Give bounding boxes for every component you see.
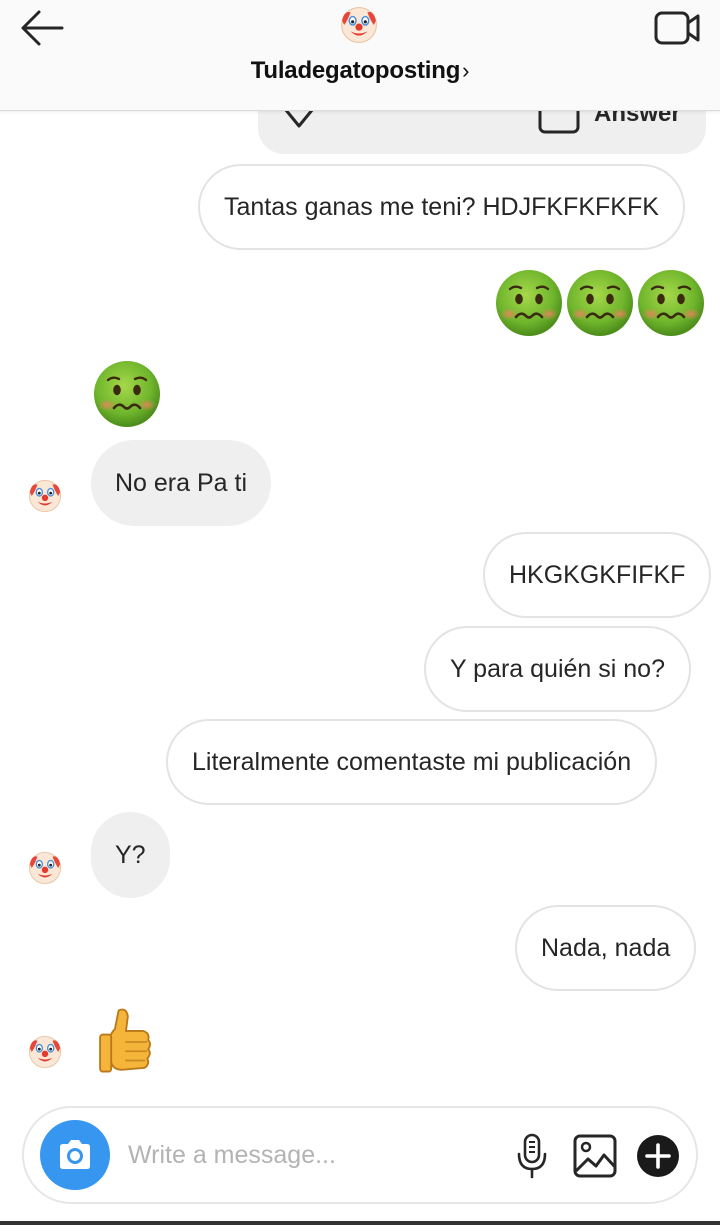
video-call-icon[interactable] (652, 8, 702, 48)
username: Tuladegatoposting (250, 57, 461, 84)
camera-icon (60, 1140, 90, 1169)
message-text: Y? (115, 841, 146, 869)
message-thread[interactable]: Answer Tantas ganas me teni? HDJFKFKFKFK… (0, 0, 720, 1225)
outgoing-message-bubble[interactable]: HKGKGKFIFKF (483, 532, 712, 618)
incoming-message-bubble[interactable]: Y? (91, 812, 170, 898)
chat-title[interactable]: Tuladegatoposting› (0, 57, 720, 85)
message-text: No era Pa ti (115, 469, 248, 497)
outgoing-message-bubble[interactable]: Nada, nada (515, 905, 697, 991)
nauseated-face-icon[interactable] (566, 269, 634, 337)
incoming-message-bubble[interactable]: No era Pa ti (91, 440, 272, 526)
microphone-icon[interactable] (514, 1132, 550, 1180)
system-nav-bar (0, 1221, 720, 1225)
message-text: Nada, nada (541, 934, 671, 962)
outgoing-message-bubble[interactable]: Tantas ganas me teni? HDJFKFKFKFK (198, 164, 685, 250)
chat-header: Tuladegatoposting› (0, 0, 720, 111)
gallery-icon[interactable] (572, 1133, 618, 1179)
outgoing-message-bubble[interactable]: Literalmente comentaste mi publicación (166, 719, 658, 805)
message-text: HKGKGKFIFKF (509, 561, 686, 589)
clown-face-icon[interactable] (28, 851, 62, 885)
message-composer (22, 1106, 698, 1204)
clown-face-icon[interactable] (340, 6, 378, 44)
back-arrow-icon[interactable] (18, 8, 66, 48)
plus-circle-icon[interactable] (636, 1134, 680, 1178)
message-text: Literalmente comentaste mi publicación (192, 748, 632, 776)
clown-face-icon[interactable] (28, 479, 62, 513)
thumbs-up-icon[interactable] (98, 1005, 154, 1079)
message-text: Tantas ganas me teni? HDJFKFKFKFK (224, 193, 659, 221)
camera-button[interactable] (40, 1120, 110, 1190)
clown-face-icon[interactable] (28, 1035, 62, 1069)
message-input[interactable] (128, 1132, 488, 1178)
chevron-right-icon: › (462, 58, 470, 83)
message-text: Y para quién si no? (450, 655, 665, 683)
nauseated-face-icon[interactable] (495, 269, 563, 337)
outgoing-message-bubble[interactable]: Y para quién si no? (424, 626, 691, 712)
nauseated-face-icon[interactable] (93, 360, 161, 428)
nauseated-face-icon[interactable] (637, 269, 705, 337)
